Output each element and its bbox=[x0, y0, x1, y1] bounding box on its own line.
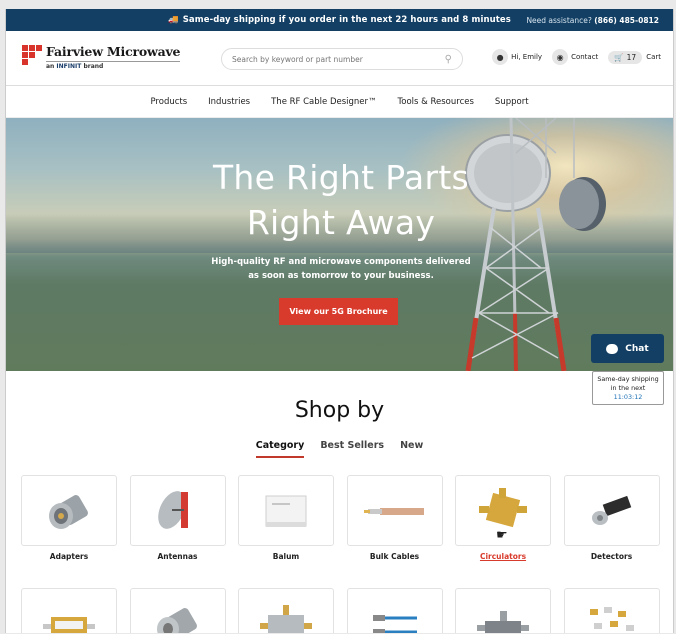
contact-link[interactable]: ◉ Contact bbox=[552, 49, 598, 65]
cart-icon: 🛒 bbox=[614, 52, 624, 62]
bulk-cable-product-image bbox=[363, 507, 424, 515]
shipping-countdown-tooltip: Same-day shipping in the next 11:03:12 bbox=[592, 371, 664, 405]
hero-subtext: High-quality RF and microwave components… bbox=[211, 257, 471, 281]
cart-badge: 🛒 17 bbox=[608, 50, 643, 64]
browser-viewport: 🚚 Same-day shipping if you order in the n… bbox=[5, 9, 674, 633]
user-icon: ● bbox=[492, 49, 509, 65]
truck-icon: 🚚 bbox=[168, 15, 179, 25]
connector-product-image bbox=[156, 607, 197, 633]
logo-mark bbox=[22, 45, 42, 65]
amplifier-product-image bbox=[43, 616, 95, 633]
main-nav: Products Industries The RF Cable Designe… bbox=[6, 86, 673, 118]
category-card-detectors[interactable]: Detectors bbox=[563, 475, 660, 561]
category-label: Circulators bbox=[479, 552, 527, 561]
countdown-timer: 11:03:12 bbox=[613, 393, 643, 401]
category-card[interactable] bbox=[563, 588, 660, 633]
phone-link[interactable]: (866) 485-0812 bbox=[594, 16, 659, 25]
coupler-product-image bbox=[260, 604, 312, 633]
detector-product-image bbox=[591, 495, 631, 525]
category-card[interactable] bbox=[21, 588, 117, 633]
nav-support[interactable]: Support bbox=[495, 97, 529, 107]
site-logo[interactable]: Fairview Microwave an INFINIT brand bbox=[22, 44, 180, 70]
category-card[interactable] bbox=[129, 588, 226, 633]
adapter-product-image bbox=[49, 494, 88, 529]
shop-by-title: Shop by bbox=[294, 398, 385, 423]
category-card-balum[interactable]: Balum bbox=[238, 475, 334, 561]
search-input[interactable] bbox=[232, 54, 432, 64]
category-grid: Adapters Antennas Balum Bulk Cables ☛ Ci… bbox=[21, 475, 660, 633]
account-link[interactable]: ● Hi, Emily bbox=[492, 49, 542, 65]
nav-products[interactable]: Products bbox=[150, 97, 187, 107]
nav-tools-resources[interactable]: Tools & Resources bbox=[398, 97, 474, 107]
category-label: Antennas bbox=[157, 552, 198, 561]
category-card-circulators[interactable]: ☛ Circulators bbox=[455, 475, 551, 561]
category-label: Bulk Cables bbox=[369, 552, 420, 561]
tab-new[interactable]: New bbox=[400, 440, 423, 458]
components-kit-product-image bbox=[589, 606, 634, 631]
search-bar[interactable]: ⚲ bbox=[221, 48, 463, 70]
search-icon[interactable]: ⚲ bbox=[445, 54, 452, 65]
category-card[interactable] bbox=[238, 588, 334, 633]
tab-category[interactable]: Category bbox=[255, 440, 305, 458]
category-label: Balum bbox=[272, 552, 300, 561]
directional-coupler-product-image bbox=[477, 610, 529, 633]
hero-headline: The Right Parts Right Away bbox=[212, 158, 470, 242]
logo-text: Fairview Microwave bbox=[46, 44, 181, 59]
chat-icon bbox=[606, 343, 619, 354]
nav-industries[interactable]: Industries bbox=[208, 97, 250, 107]
cable-assembly-product-image bbox=[372, 614, 417, 633]
tab-best-sellers[interactable]: Best Sellers bbox=[320, 440, 384, 458]
category-label: Adapters bbox=[49, 552, 89, 561]
category-card[interactable] bbox=[346, 588, 443, 633]
cart-link[interactable]: 🛒 17 Cart bbox=[608, 50, 661, 64]
category-card-adapters[interactable]: Adapters bbox=[21, 475, 117, 561]
brochure-button[interactable]: View our 5G Brochure bbox=[279, 298, 398, 325]
shop-by-tabs: Category Best Sellers New bbox=[6, 440, 673, 458]
balum-product-image bbox=[265, 495, 307, 527]
chat-button[interactable]: Chat bbox=[591, 334, 664, 363]
header-actions: ● Hi, Emily ◉ Contact 🛒 17 Cart bbox=[482, 49, 661, 65]
chat-bubble-icon: ◉ bbox=[552, 49, 569, 65]
site-header: Fairview Microwave an INFINIT brand ⚲ ● … bbox=[6, 31, 673, 86]
category-card-bulk-cables[interactable]: Bulk Cables bbox=[346, 475, 443, 561]
nav-rf-cable-designer[interactable]: The RF Cable Designer™ bbox=[271, 97, 376, 107]
hero-banner: The Right Parts Right Away High-quality … bbox=[6, 118, 673, 371]
antenna-product-image bbox=[157, 490, 188, 529]
hand-cursor-icon: ☛ bbox=[496, 528, 508, 543]
category-card[interactable] bbox=[455, 588, 551, 633]
category-card-antennas[interactable]: Antennas bbox=[129, 475, 226, 561]
assistance-info: Need assistance? (866) 485-0812 bbox=[526, 15, 659, 25]
announcement-bar: 🚚 Same-day shipping if you order in the n… bbox=[6, 9, 673, 31]
category-label: Detectors bbox=[590, 552, 633, 561]
logo-tagline: an INFINIT brand bbox=[46, 61, 181, 70]
